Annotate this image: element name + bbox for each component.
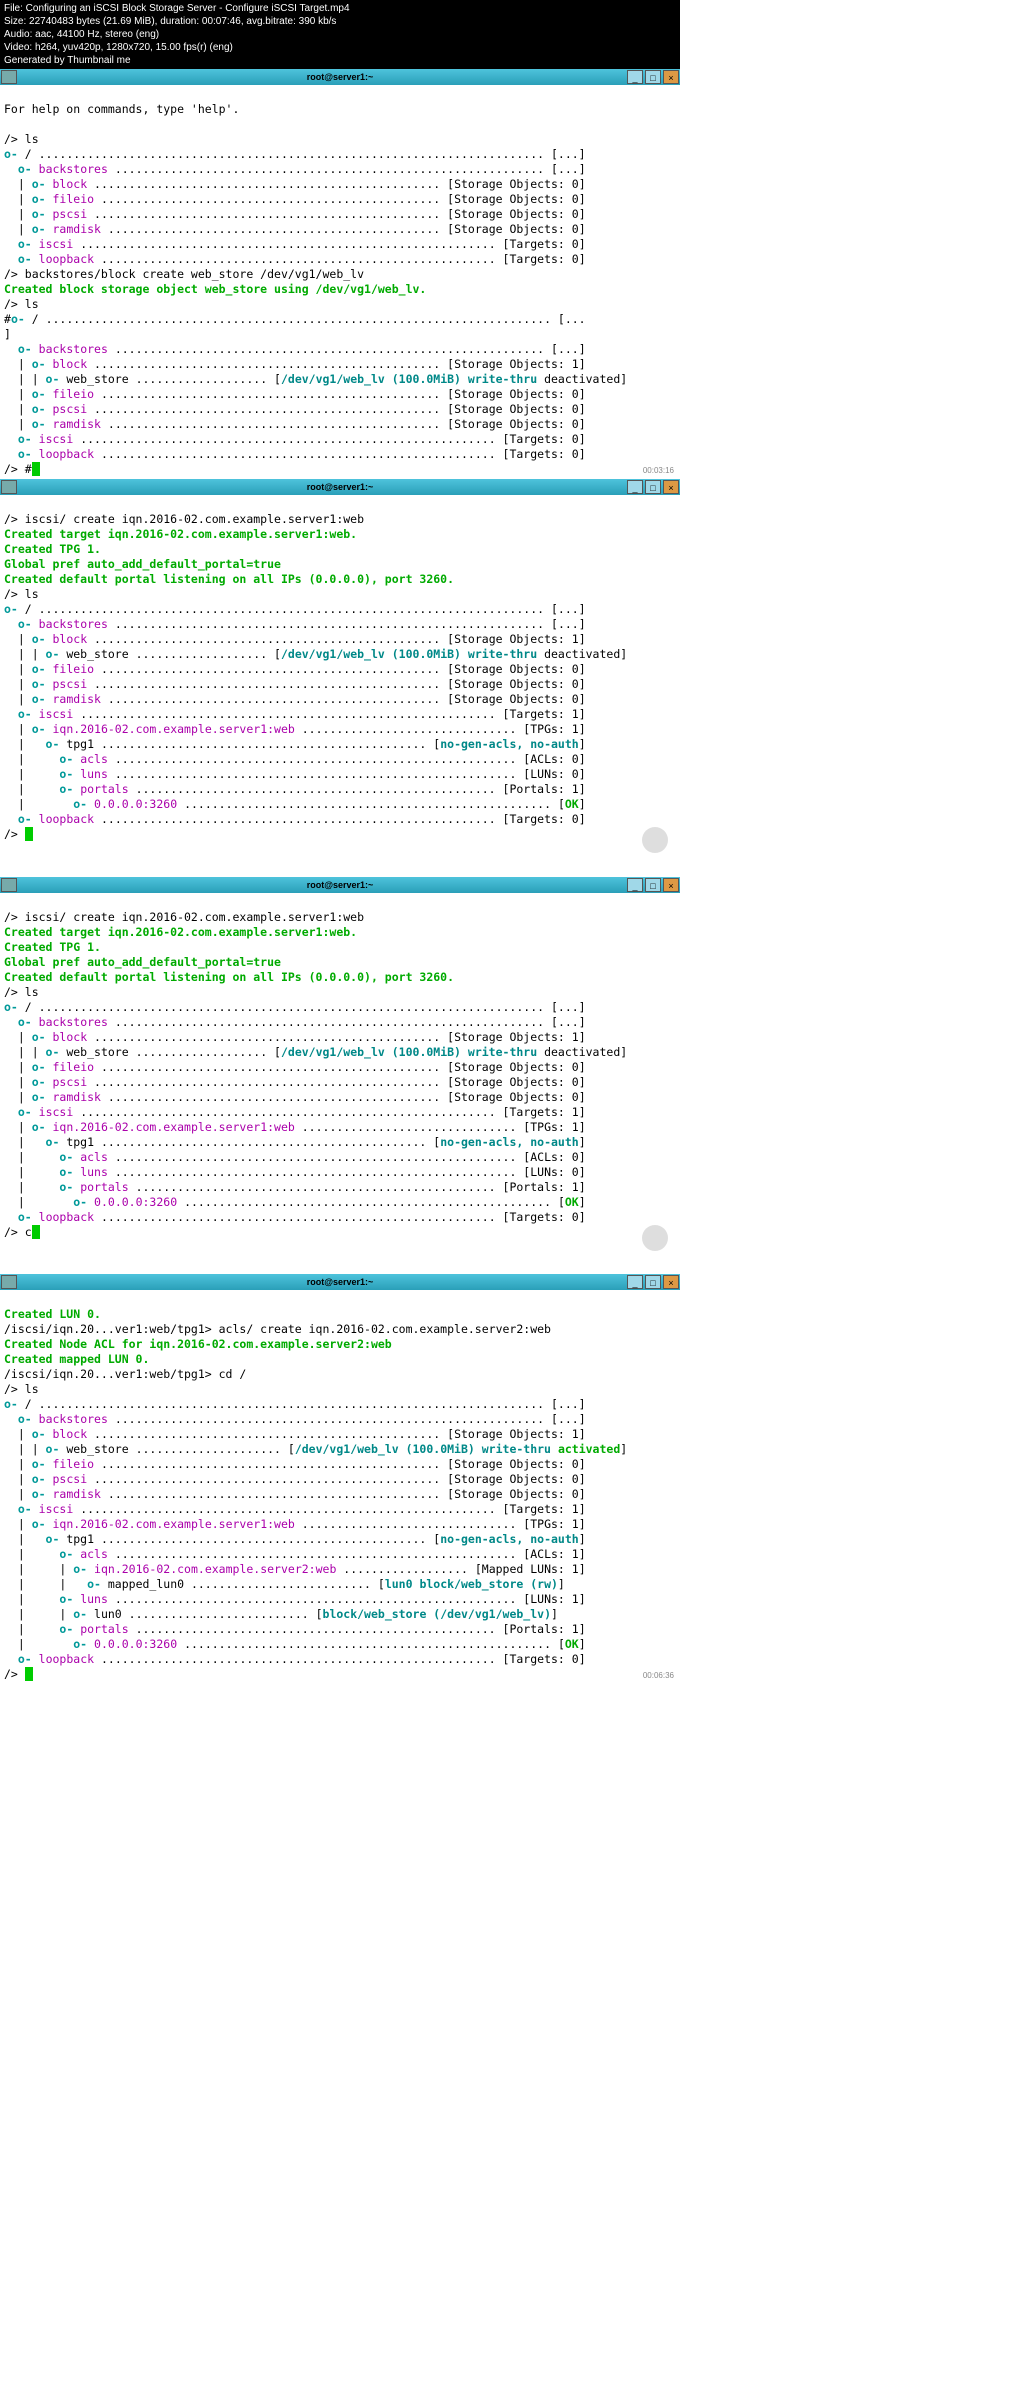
meta-gen: Generated by Thumbnail me: [4, 54, 676, 67]
cmd-create-acl: /iscsi/iqn.20...ver1:web/tpg1> acls/ cre…: [4, 1322, 551, 1336]
window-titlebar[interactable]: root@server1:~ _ □ ×: [0, 1274, 680, 1290]
terminal-panel-3[interactable]: /> iscsi/ create iqn.2016-02.com.example…: [0, 893, 680, 1257]
window-titlebar[interactable]: root@server1:~ _ □ ×: [0, 877, 680, 893]
meta-file: File: Configuring an iSCSI Block Storage…: [4, 2, 676, 15]
window-minimize-button[interactable]: _: [627, 1275, 643, 1289]
help-text: For help on commands, type 'help'.: [4, 102, 239, 116]
terminal-panel-4[interactable]: Created LUN 0. /iscsi/iqn.20...ver1:web/…: [0, 1290, 680, 1684]
meta-audio: Audio: aac, 44100 Hz, stereo (eng): [4, 28, 676, 41]
msg-mapped-lun: Created mapped LUN 0.: [4, 1352, 149, 1366]
cursor: [32, 462, 40, 476]
msg-created-target: Created target iqn.2016-02.com.example.s…: [4, 925, 357, 939]
terminal-panel-1[interactable]: For help on commands, type 'help'. /> ls…: [0, 85, 680, 479]
msg-created-tpg: Created TPG 1.: [4, 542, 101, 556]
meta-video: Video: h264, yuv420p, 1280x720, 15.00 fp…: [4, 41, 676, 54]
window-title: root@server1:~: [0, 1276, 680, 1288]
cmd-ls: /> ls: [4, 587, 39, 601]
cmd-ls: /> ls: [4, 1382, 39, 1396]
window-maximize-button[interactable]: □: [645, 1275, 661, 1289]
cmd-create-iscsi: /> iscsi/ create iqn.2016-02.com.example…: [4, 512, 364, 526]
msg-created-lun: Created LUN 0.: [4, 1307, 101, 1321]
window-titlebar[interactable]: root@server1:~ _ □ ×: [0, 69, 680, 85]
window-minimize-button[interactable]: _: [627, 878, 643, 892]
msg-created-portal: Created default portal listening on all …: [4, 970, 454, 984]
window-minimize-button[interactable]: _: [627, 480, 643, 494]
window-close-button[interactable]: ×: [663, 1275, 679, 1289]
window-app-icon: [1, 1275, 17, 1289]
window-close-button[interactable]: ×: [663, 70, 679, 84]
terminal-panel-2[interactable]: /> iscsi/ create iqn.2016-02.com.example…: [0, 495, 680, 859]
cursor: [32, 1225, 40, 1239]
window-title: root@server1:~: [0, 879, 680, 891]
msg-created-block: Created block storage object web_store u…: [4, 282, 426, 296]
cmd-create-iscsi: /> iscsi/ create iqn.2016-02.com.example…: [4, 910, 364, 924]
timestamp-1: 00:03:16: [0, 466, 680, 477]
msg-global-pref: Global pref auto_add_default_portal=true: [4, 955, 281, 969]
window-titlebar[interactable]: root@server1:~ _ □ ×: [0, 479, 680, 495]
window-app-icon: [1, 70, 17, 84]
window-close-button[interactable]: ×: [663, 878, 679, 892]
window-title: root@server1:~: [0, 481, 680, 493]
window-app-icon: [1, 878, 17, 892]
msg-created-tpg: Created TPG 1.: [4, 940, 101, 954]
window-maximize-button[interactable]: □: [645, 480, 661, 494]
msg-created-portal: Created default portal listening on all …: [4, 572, 454, 586]
video-metadata-header: File: Configuring an iSCSI Block Storage…: [0, 0, 680, 69]
cursor: [25, 1667, 33, 1681]
window-close-button[interactable]: ×: [663, 480, 679, 494]
meta-size: Size: 22740483 bytes (21.69 MiB), durati…: [4, 15, 676, 28]
window-minimize-button[interactable]: _: [627, 70, 643, 84]
cmd-ls: /> ls: [4, 985, 39, 999]
window-app-icon: [1, 480, 17, 494]
msg-global-pref: Global pref auto_add_default_portal=true: [4, 557, 281, 571]
msg-created-acl: Created Node ACL for iqn.2016-02.com.exa…: [4, 1337, 392, 1351]
cursor: [25, 827, 33, 841]
cmd-create-block: /> backstores/block create web_store /de…: [4, 267, 364, 281]
timestamp-4: 00:06:36: [0, 1671, 680, 1682]
msg-created-target: Created target iqn.2016-02.com.example.s…: [4, 527, 357, 541]
cmd-ls: /> ls: [4, 132, 39, 146]
cmd-ls2: /> ls: [4, 297, 39, 311]
window-maximize-button[interactable]: □: [645, 70, 661, 84]
cmd-cd-root: /iscsi/iqn.20...ver1:web/tpg1> cd /: [4, 1367, 246, 1381]
window-title: root@server1:~: [0, 71, 680, 83]
window-maximize-button[interactable]: □: [645, 878, 661, 892]
